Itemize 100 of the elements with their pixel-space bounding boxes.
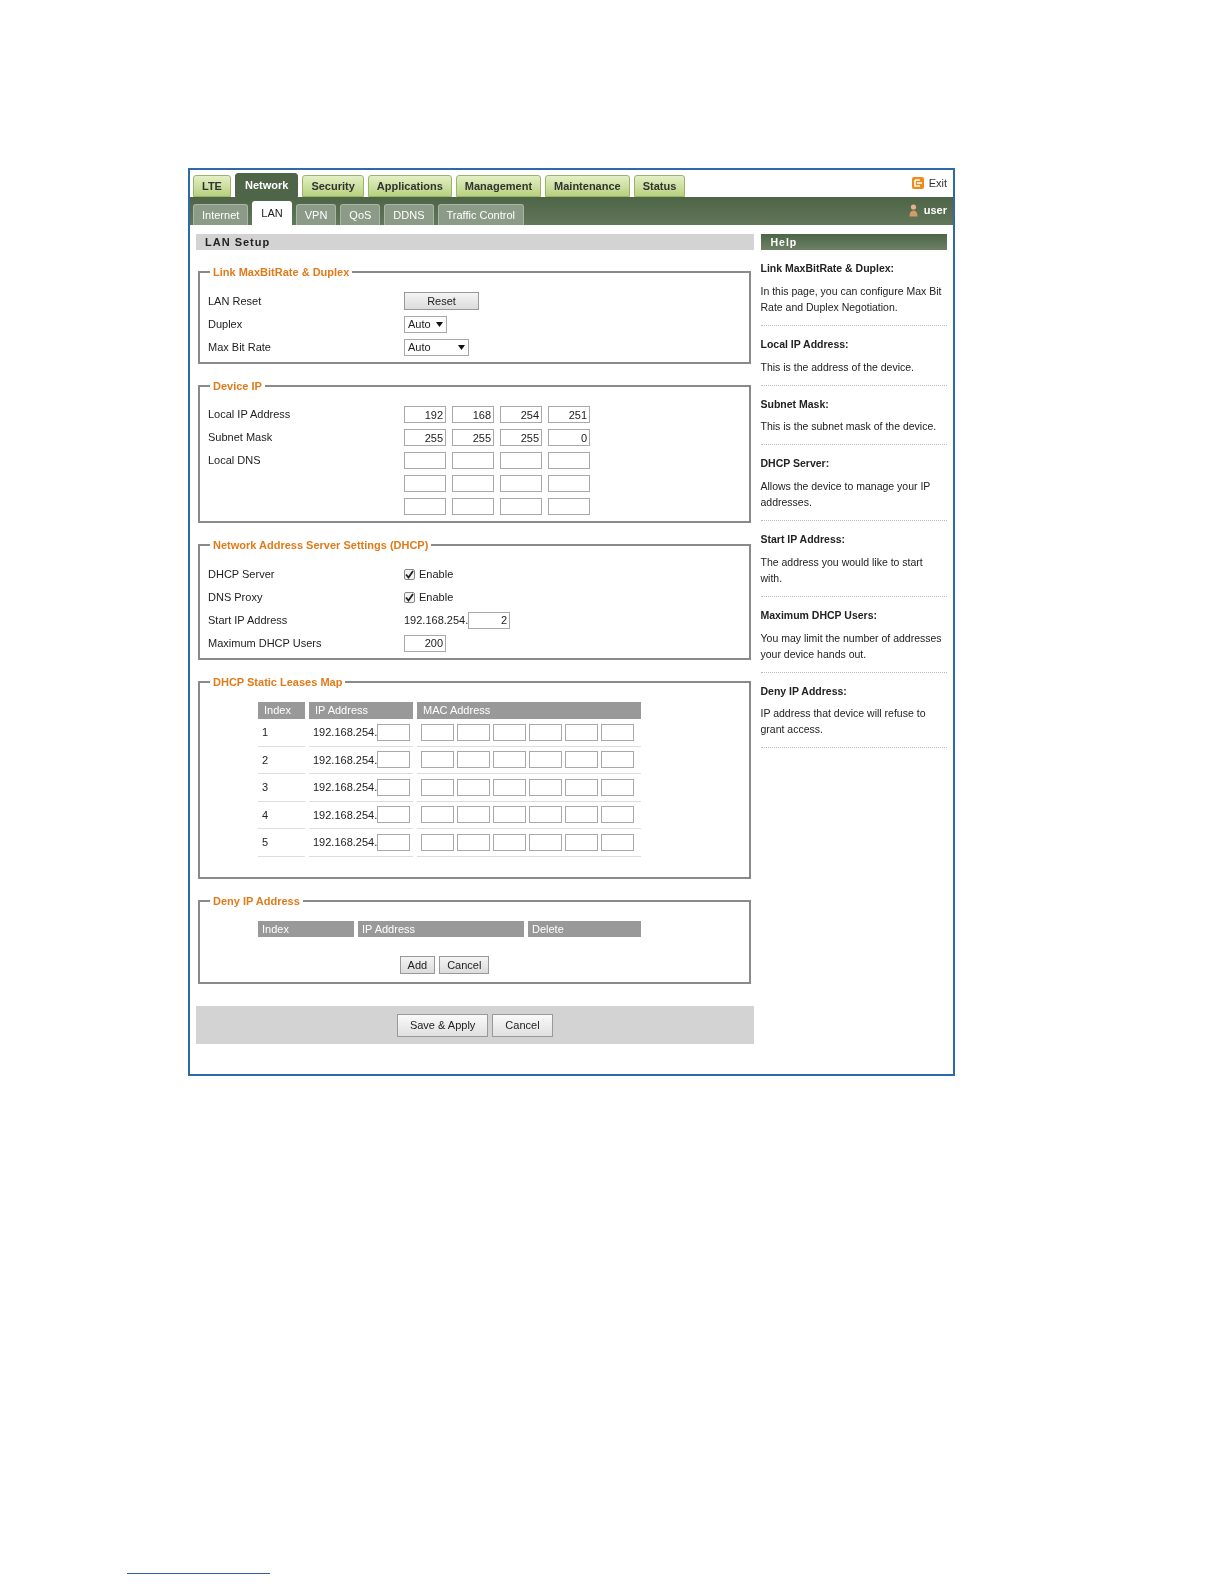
mac-octet-field[interactable] <box>493 723 526 741</box>
ip-octet-field[interactable] <box>548 498 590 515</box>
checkbox[interactable] <box>404 568 415 580</box>
mac-octet-field[interactable] <box>457 806 490 824</box>
mac-octet-field[interactable] <box>529 833 562 851</box>
exit-link[interactable]: Exit <box>928 175 947 192</box>
mac-octet-field[interactable] <box>565 751 598 769</box>
help-text: IP address that device will refuse to grant access. <box>760 706 927 738</box>
mac-octet-field[interactable] <box>529 806 562 824</box>
group-legend: Device IP <box>210 377 265 394</box>
mac-octet-field[interactable] <box>601 778 634 796</box>
nav-tab[interactable]: LTE <box>193 175 231 197</box>
mac-octet-field[interactable] <box>457 778 490 796</box>
form-button[interactable]: Cancel <box>492 1013 553 1037</box>
mac-octet-field[interactable] <box>565 778 598 796</box>
mac-octet-field[interactable] <box>457 833 490 851</box>
ip-octet-field[interactable]: 255 <box>404 429 446 446</box>
ip-prefix: 192.168.254. <box>313 752 378 768</box>
mac-octet-field[interactable] <box>529 723 562 741</box>
mac-octet-field[interactable] <box>421 833 454 851</box>
ip-octet-field[interactable]: 192 <box>404 406 446 423</box>
checkbox[interactable] <box>404 591 415 603</box>
ip-octet-field[interactable]: 255 <box>500 429 542 446</box>
mac-octet-field[interactable] <box>421 778 454 796</box>
mac-octet-field[interactable] <box>529 751 562 769</box>
nav-tab[interactable]: Security <box>302 175 364 197</box>
row-index: 5 <box>262 835 269 850</box>
nav-tab[interactable]: Management <box>455 175 542 197</box>
users-field[interactable]: 200 <box>404 634 446 652</box>
help-heading: Deny IP Address: <box>760 683 848 699</box>
column-header: Delete <box>528 921 641 937</box>
mac-octet-field[interactable] <box>421 751 454 769</box>
mac-octet-field[interactable] <box>565 833 598 851</box>
field-label: Subnet Mask <box>208 431 273 444</box>
ip-octet-field[interactable] <box>377 806 411 824</box>
group-legend: Link MaxBitRate & Duplex <box>210 264 353 281</box>
field-label: Local IP Address <box>208 408 291 421</box>
checkbox-label: Enable <box>419 566 454 582</box>
ip-octet-field[interactable] <box>452 452 494 469</box>
ip-octet-field[interactable] <box>377 723 411 741</box>
mac-octet-field[interactable] <box>457 751 490 769</box>
mac-octet-field[interactable] <box>529 778 562 796</box>
user-icon <box>908 203 918 217</box>
mac-octet-field[interactable] <box>493 751 526 769</box>
ip-octet-field[interactable]: 2 <box>468 611 511 629</box>
mac-octet-field[interactable] <box>493 806 526 824</box>
mac-octet-field[interactable] <box>421 723 454 741</box>
ip-octet-field[interactable] <box>377 751 411 769</box>
ip-octet-field[interactable]: 254 <box>500 406 542 423</box>
ip-octet-field[interactable] <box>377 833 411 851</box>
nav-tab[interactable]: Applications <box>367 175 452 197</box>
column-header: Index <box>258 702 305 719</box>
ip-octet-field[interactable]: 0 <box>548 429 590 446</box>
ip-octet-field[interactable] <box>377 778 411 796</box>
row-index: 3 <box>262 780 269 795</box>
mac-octet-field[interactable] <box>565 806 598 824</box>
mac-octet-field[interactable] <box>601 751 634 769</box>
reset-button[interactable]: Reset <box>404 292 479 310</box>
sub-tab[interactable]: LAN <box>252 201 292 225</box>
ip-octet-field[interactable]: 255 <box>452 429 494 446</box>
nav-tab[interactable]: Maintenance <box>545 175 630 197</box>
ip-octet-field[interactable] <box>500 498 542 515</box>
form-button[interactable]: Add <box>399 956 436 974</box>
caret-icon <box>458 344 465 350</box>
help-heading: Local IP Address: <box>760 336 850 352</box>
mac-octet-field[interactable] <box>493 778 526 796</box>
help-heading: Subnet Mask: <box>760 396 830 412</box>
nav-tab[interactable]: Network <box>234 173 299 197</box>
ip-octet-field[interactable] <box>452 475 494 492</box>
help-text: The address you would like to start with. <box>760 554 924 586</box>
ip-octet-field[interactable]: 251 <box>548 406 590 423</box>
form-button[interactable]: Save & Apply <box>396 1013 489 1037</box>
mac-octet-field[interactable] <box>601 806 634 824</box>
dropdown[interactable]: Auto <box>404 338 469 356</box>
mac-octet-field[interactable] <box>493 833 526 851</box>
caret-icon <box>436 321 443 327</box>
row-index: 1 <box>262 725 269 740</box>
field-label: Local DNS <box>208 454 261 467</box>
ip-octet-field[interactable] <box>404 498 446 515</box>
mac-octet-field[interactable] <box>565 723 598 741</box>
ip-octet-field[interactable] <box>404 475 446 492</box>
mac-octet-field[interactable] <box>601 723 634 741</box>
dropdown[interactable]: Auto <box>404 315 447 333</box>
checkbox-label: Enable <box>419 589 454 605</box>
ip-octet-field[interactable]: 168 <box>452 406 494 423</box>
ip-prefix: 192.168.254. <box>313 835 378 850</box>
mac-octet-field[interactable] <box>601 833 634 851</box>
group-legend: Deny IP Address <box>210 892 303 909</box>
ip-octet-field[interactable] <box>548 475 590 492</box>
ip-octet-field[interactable] <box>500 452 542 469</box>
column-header: MAC Address <box>417 702 641 719</box>
ip-octet-field[interactable] <box>548 452 590 469</box>
mac-octet-field[interactable] <box>421 806 454 824</box>
form-button[interactable]: Cancel <box>439 956 490 974</box>
exit-icon <box>910 176 925 191</box>
mac-octet-field[interactable] <box>457 723 490 741</box>
ip-octet-field[interactable] <box>500 475 542 492</box>
ip-octet-field[interactable] <box>452 498 494 515</box>
ip-octet-field[interactable] <box>404 452 446 469</box>
nav-tab[interactable]: Status <box>633 175 686 197</box>
